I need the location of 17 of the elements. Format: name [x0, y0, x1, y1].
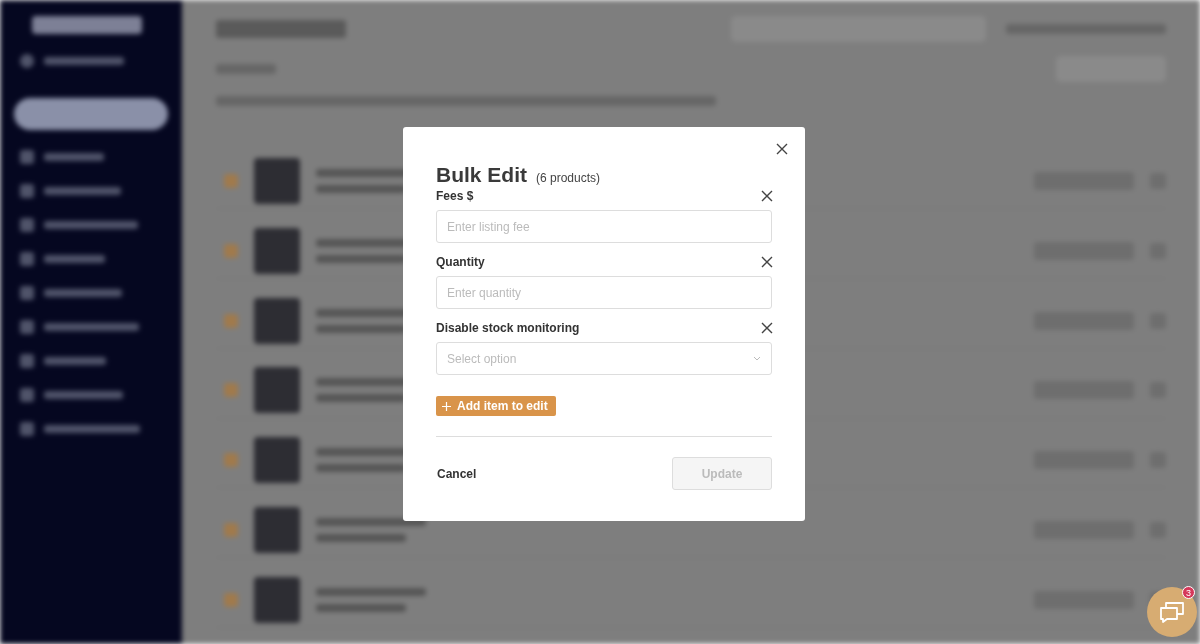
close-icon[interactable] [776, 143, 788, 155]
field-label: Quantity [436, 255, 485, 269]
chat-bubbles-icon [1159, 600, 1185, 624]
remove-icon[interactable] [761, 322, 773, 334]
cancel-button[interactable]: Cancel [436, 462, 478, 485]
dialog-title: Bulk Edit [436, 163, 527, 187]
plus-icon [442, 401, 451, 411]
input-field[interactable]: Enter listing fee [436, 210, 772, 243]
field-label: Disable stock monitoring [436, 321, 580, 335]
field-label: Fees $ [436, 189, 474, 203]
product-count: (6 products) [536, 171, 601, 185]
remove-icon[interactable] [761, 190, 773, 202]
chevron-down-icon [753, 356, 761, 361]
add-item-button[interactable]: Add item to edit [436, 396, 556, 416]
input-field[interactable]: Enter quantity [436, 276, 772, 309]
remove-icon[interactable] [761, 256, 773, 268]
select-field[interactable]: Select option [436, 342, 772, 375]
